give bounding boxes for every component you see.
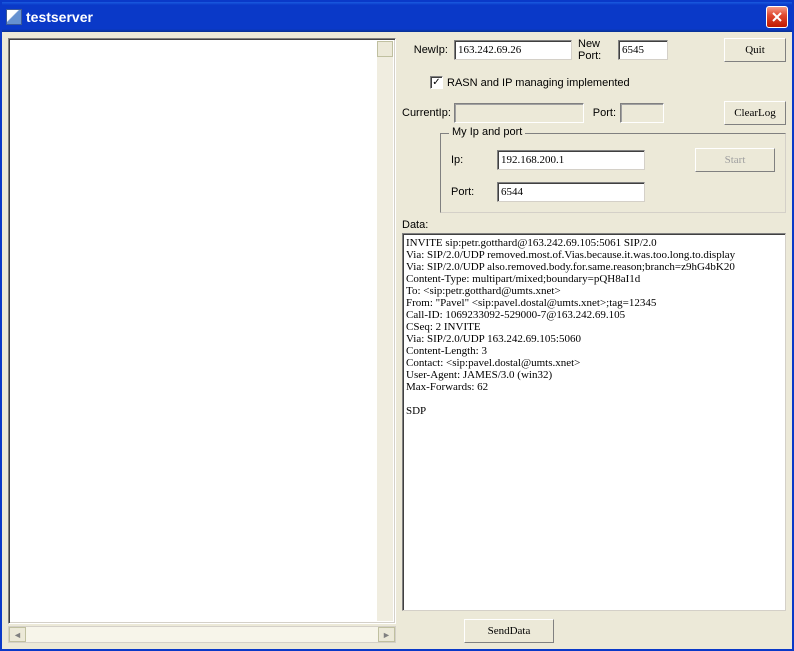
myip-input[interactable]: [497, 150, 645, 170]
rasn-row: ✓ RASN and IP managing implemented: [430, 76, 786, 89]
close-icon: [771, 11, 783, 23]
app-window: testserver ◄ ► NewIp: N: [0, 0, 794, 651]
vertical-scrollbar[interactable]: [377, 41, 393, 621]
currentip-label: CurrentIp:: [402, 107, 454, 119]
currentip-field: [454, 103, 584, 123]
app-icon: [6, 9, 22, 25]
newip-label: NewIp:: [402, 44, 454, 56]
window-title: testserver: [26, 9, 93, 25]
log-listbox[interactable]: [8, 38, 396, 624]
data-textarea[interactable]: [402, 233, 786, 611]
titlebar: testserver: [2, 2, 792, 32]
rasn-label: RASN and IP managing implemented: [447, 77, 630, 89]
newport-label: New Port:: [578, 38, 618, 62]
myport-label: Port:: [451, 186, 497, 198]
rasn-checkbox[interactable]: ✓: [430, 76, 443, 89]
myport-input[interactable]: [497, 182, 645, 202]
myip-label: Ip:: [451, 154, 497, 166]
senddata-button[interactable]: SendData: [464, 619, 554, 643]
client-area: ◄ ► NewIp: New Port: Quit ✓ RASN and IP …: [2, 32, 792, 649]
start-button[interactable]: Start: [695, 148, 775, 172]
send-row: SendData: [402, 619, 786, 643]
clearlog-button[interactable]: ClearLog: [724, 101, 786, 125]
currentport-field: [620, 103, 664, 123]
right-panel: NewIp: New Port: Quit ✓ RASN and IP mana…: [402, 38, 786, 643]
close-button[interactable]: [766, 6, 788, 28]
scrollbar-up-button[interactable]: [377, 41, 393, 57]
myipport-group: My Ip and port Ip: Start Port:: [440, 133, 786, 213]
horizontal-scrollbar[interactable]: ◄ ►: [8, 626, 396, 643]
scroll-left-button[interactable]: ◄: [9, 627, 26, 642]
left-panel: ◄ ►: [8, 38, 396, 643]
quit-button[interactable]: Quit: [724, 38, 786, 62]
data-label: Data:: [402, 219, 786, 231]
currentport-label: Port:: [584, 107, 620, 119]
currentip-row: CurrentIp: Port: ClearLog: [402, 101, 786, 125]
newip-row: NewIp: New Port: Quit: [402, 38, 786, 62]
newip-input[interactable]: [454, 40, 572, 60]
scroll-right-button[interactable]: ►: [378, 627, 395, 642]
myipport-title: My Ip and port: [449, 126, 525, 138]
titlebar-left: testserver: [6, 9, 93, 25]
newport-input[interactable]: [618, 40, 668, 60]
scroll-track[interactable]: [26, 627, 378, 642]
